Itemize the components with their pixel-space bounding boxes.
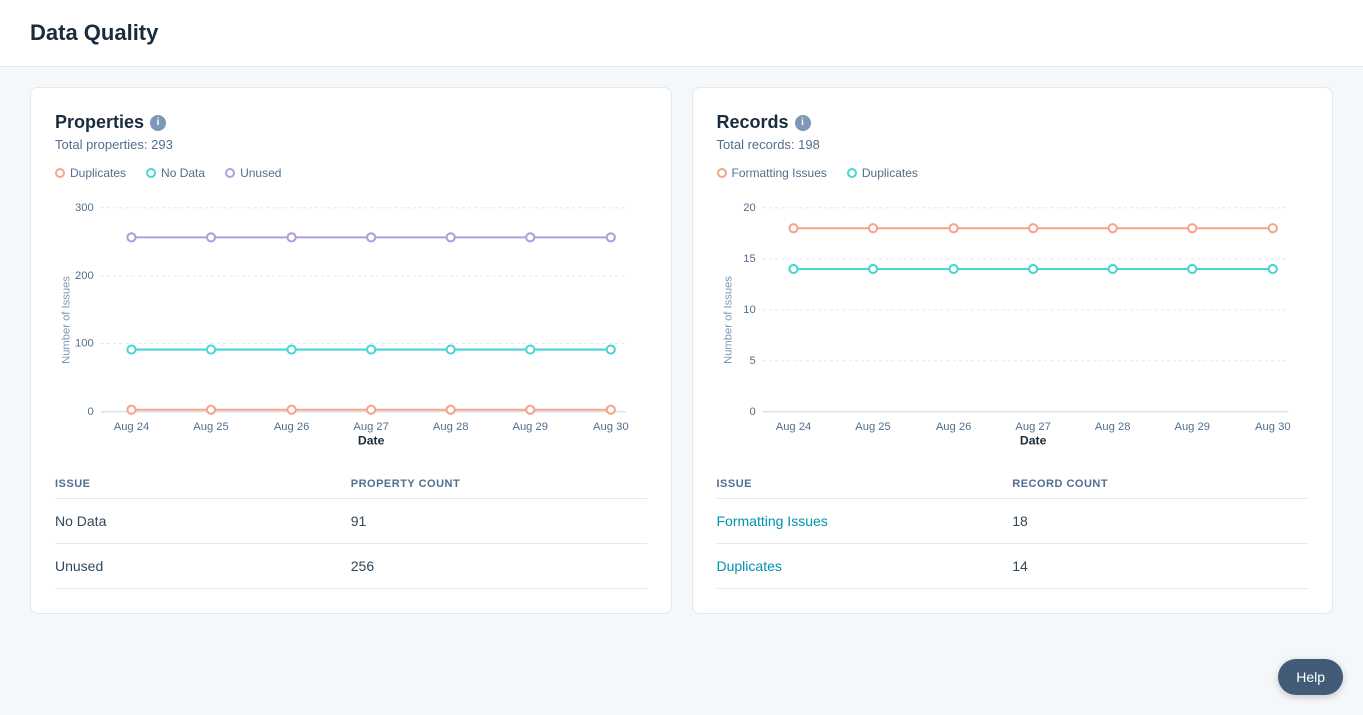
svg-text:Aug 28: Aug 28 (433, 421, 469, 433)
svg-text:200: 200 (75, 270, 94, 282)
legend-dot-formatting (717, 168, 727, 178)
properties-table-header: ISSUE PROPERTY COUNT (55, 470, 647, 499)
properties-card: Properties i Total properties: 293 Dupli… (30, 87, 672, 614)
svg-text:Aug 27: Aug 27 (1015, 421, 1051, 433)
svg-text:Aug 26: Aug 26 (935, 421, 971, 433)
page-title: Data Quality (30, 20, 1333, 46)
svg-text:Aug 26: Aug 26 (274, 421, 310, 433)
legend-dot-no-data (146, 168, 156, 178)
records-subtitle: Total records: 198 (717, 137, 1309, 152)
records-chart: Number of Issues 20 15 10 5 (717, 190, 1309, 450)
count-cell: 256 (351, 558, 647, 574)
svg-text:300: 300 (75, 202, 94, 214)
properties-col-issue-header: ISSUE (55, 478, 351, 490)
records-col-count-header: RECORD COUNT (1012, 478, 1308, 490)
table-row: Unused 256 (55, 544, 647, 589)
legend-item-unused: Unused (225, 166, 281, 180)
properties-info-icon[interactable]: i (150, 115, 166, 131)
count-cell-formatting: 18 (1012, 513, 1308, 529)
properties-title: Properties i (55, 112, 647, 133)
records-info-icon[interactable]: i (795, 115, 811, 131)
svg-text:Aug 24: Aug 24 (114, 421, 150, 433)
svg-text:Aug 24: Aug 24 (775, 421, 811, 433)
issue-cell: Unused (55, 558, 351, 574)
svg-text:0: 0 (749, 406, 755, 418)
records-col-issue-header: ISSUE (717, 478, 1013, 490)
svg-text:Aug 27: Aug 27 (353, 421, 389, 433)
svg-text:Date: Date (358, 433, 385, 447)
legend-item-duplicates: Duplicates (55, 166, 126, 180)
svg-text:Aug 25: Aug 25 (193, 421, 229, 433)
svg-text:Aug 29: Aug 29 (512, 421, 548, 433)
legend-dot-duplicates-records (847, 168, 857, 178)
svg-text:Aug 30: Aug 30 (593, 421, 629, 433)
svg-text:20: 20 (743, 202, 755, 214)
issue-cell-duplicates[interactable]: Duplicates (717, 558, 1013, 574)
svg-text:15: 15 (743, 253, 755, 265)
properties-legend: Duplicates No Data Unused (55, 166, 647, 180)
records-chart-svg: Number of Issues 20 15 10 5 (717, 190, 1309, 450)
svg-text:Date: Date (1019, 433, 1046, 447)
records-title: Records i (717, 112, 1309, 133)
count-cell: 91 (351, 513, 647, 529)
legend-item-no-data: No Data (146, 166, 205, 180)
svg-text:10: 10 (743, 304, 755, 316)
table-row: Duplicates 14 (717, 544, 1309, 589)
help-button[interactable]: Help (1278, 659, 1343, 695)
table-row: No Data 91 (55, 499, 647, 544)
page-header: Data Quality (0, 0, 1363, 67)
properties-chart-svg: Number of Issues 300 200 100 (55, 190, 647, 450)
issue-cell-formatting[interactable]: Formatting Issues (717, 513, 1013, 529)
properties-subtitle: Total properties: 293 (55, 137, 647, 152)
svg-text:Number of Issues: Number of Issues (722, 276, 734, 364)
legend-item-duplicates-records: Duplicates (847, 166, 918, 180)
table-row: Formatting Issues 18 (717, 499, 1309, 544)
properties-chart: Number of Issues 300 200 100 (55, 190, 647, 450)
records-legend: Formatting Issues Duplicates (717, 166, 1309, 180)
svg-text:Aug 28: Aug 28 (1094, 421, 1130, 433)
count-cell-duplicates: 14 (1012, 558, 1308, 574)
legend-dot-unused (225, 168, 235, 178)
svg-text:Aug 25: Aug 25 (855, 421, 891, 433)
properties-table: ISSUE PROPERTY COUNT No Data 91 Unused 2… (55, 470, 647, 589)
svg-text:5: 5 (749, 355, 755, 367)
main-content: Properties i Total properties: 293 Dupli… (0, 67, 1363, 634)
records-table-header: ISSUE RECORD COUNT (717, 470, 1309, 499)
svg-text:Number of Issues: Number of Issues (60, 276, 72, 364)
svg-text:Aug 29: Aug 29 (1174, 421, 1210, 433)
legend-item-formatting: Formatting Issues (717, 166, 827, 180)
svg-text:100: 100 (75, 338, 94, 350)
legend-dot-duplicates (55, 168, 65, 178)
svg-text:0: 0 (88, 406, 94, 418)
svg-text:Aug 30: Aug 30 (1255, 421, 1291, 433)
records-card: Records i Total records: 198 Formatting … (692, 87, 1334, 614)
issue-cell: No Data (55, 513, 351, 529)
records-table: ISSUE RECORD COUNT Formatting Issues 18 … (717, 470, 1309, 589)
properties-col-count-header: PROPERTY COUNT (351, 478, 647, 490)
